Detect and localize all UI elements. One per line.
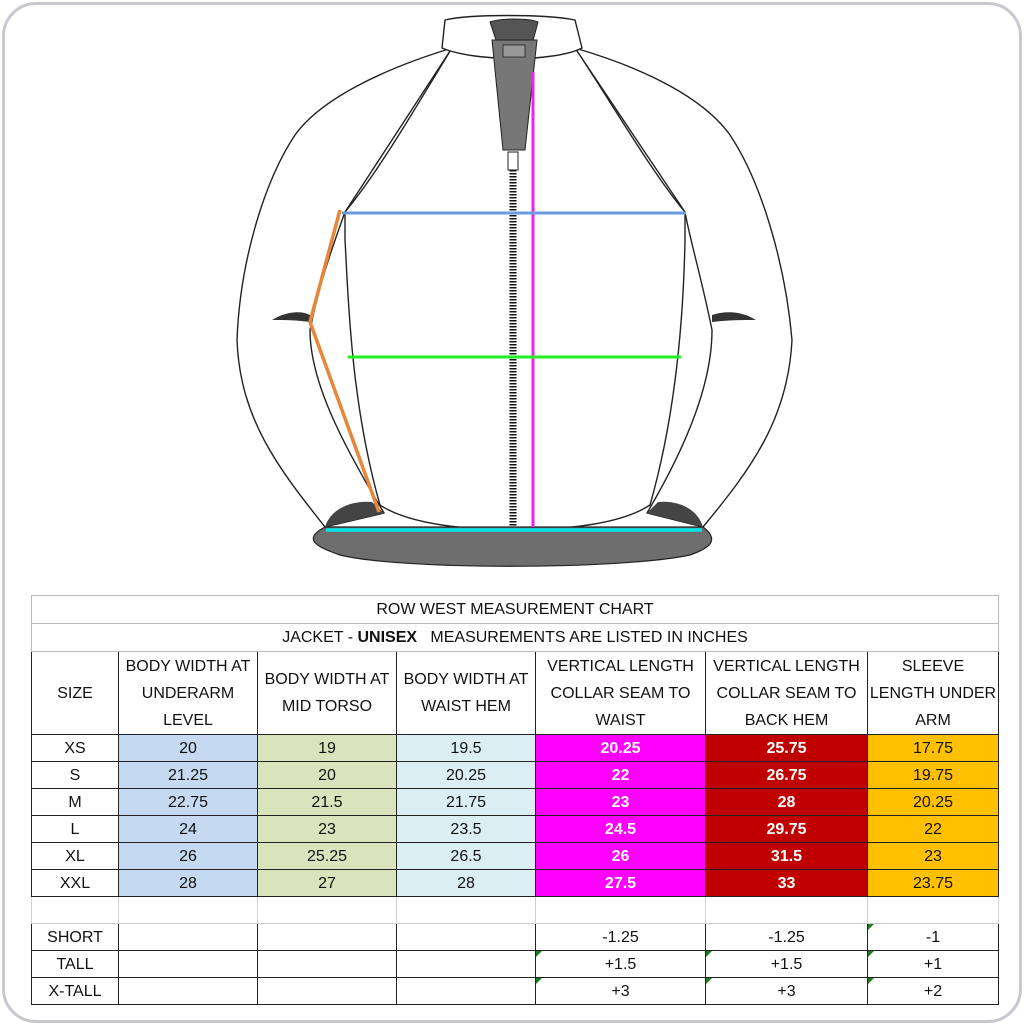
data-cell: 24	[118, 815, 258, 843]
adjustment-label: X-TALL	[31, 977, 119, 1005]
adjustment-cell: -1.25	[535, 923, 706, 951]
size-cell: XS	[31, 734, 119, 762]
header-sleeve: SLEEVE LENGTH UNDER ARM	[867, 651, 999, 735]
spacer-row	[31, 896, 999, 924]
data-cell: 21.5	[257, 788, 397, 816]
header-collar-to-back-hem: VERTICAL LENGTH COLLAR SEAM TO BACK HEM	[705, 651, 868, 735]
adjustment-cell	[257, 923, 397, 951]
data-cell: 20.25	[396, 761, 536, 789]
data-cell: 20	[118, 734, 258, 762]
data-cell: 22	[867, 815, 999, 843]
data-cell: 20.25	[867, 788, 999, 816]
data-cell: 19	[257, 734, 397, 762]
adjustment-cell: +1.5	[705, 950, 868, 978]
adjustment-cell	[118, 923, 258, 951]
header-collar-to-waist: VERTICAL LENGTH COLLAR SEAM TO WAIST	[535, 651, 706, 735]
data-cell: 23	[257, 815, 397, 843]
measurement-chart: ROW WEST MEASUREMENT CHART JACKET - UNIS…	[31, 595, 999, 1005]
data-cell: 20.25	[535, 734, 706, 762]
size-cell: L	[31, 815, 119, 843]
data-cell: 26.75	[705, 761, 868, 789]
data-cell: 23	[867, 842, 999, 870]
data-cell: 24.5	[535, 815, 706, 843]
adjustment-cell	[257, 977, 397, 1005]
adjustment-cell: +1.5	[535, 950, 706, 978]
data-cell: 28	[396, 869, 536, 897]
data-cell: 21.25	[118, 761, 258, 789]
header-waist-hem: BODY WIDTH AT WAIST HEM	[396, 651, 536, 735]
adjustment-label: TALL	[31, 950, 119, 978]
table-row: XS 20 19 19.5 20.25 25.75 17.75	[31, 734, 999, 762]
data-cell: 29.75	[705, 815, 868, 843]
adjustment-cell: +2	[867, 977, 999, 1005]
size-cell: M	[31, 788, 119, 816]
data-cell: 26	[535, 842, 706, 870]
chart-subtitle: JACKET - UNISEX MEASUREMENTS ARE LISTED …	[31, 623, 999, 652]
adjustment-cell: -1	[867, 923, 999, 951]
header-underarm: BODY WIDTH AT UNDERARM LEVEL	[118, 651, 258, 735]
subtitle-suffix: MEASUREMENTS ARE LISTED IN INCHES	[430, 629, 748, 646]
data-cell: 31.5	[705, 842, 868, 870]
size-cell: XL	[31, 842, 119, 870]
adjustment-cell: +3	[705, 977, 868, 1005]
table-row: M 22.75 21.5 21.75 23 28 20.25	[31, 788, 999, 816]
adjustment-cell: -1.25	[705, 923, 868, 951]
data-cell: 26.5	[396, 842, 536, 870]
adjustment-label: SHORT	[31, 923, 119, 951]
size-cell: S	[31, 761, 119, 789]
table-row: XL 26 25.25 26.5 26 31.5 23	[31, 842, 999, 870]
hem-band	[312, 526, 713, 567]
data-cell: 22	[535, 761, 706, 789]
table-row: XXL 28 27 28 27.5 33 23.75	[31, 869, 999, 897]
adjustment-cell	[396, 950, 536, 978]
data-cell: 22.75	[118, 788, 258, 816]
adjustment-cell	[257, 950, 397, 978]
header-mid-torso: BODY WIDTH AT MID TORSO	[257, 651, 397, 735]
data-cell: 33	[705, 869, 868, 897]
adjustment-cell: +3	[535, 977, 706, 1005]
size-cell: XXL	[31, 869, 119, 897]
adjustment-cell	[396, 977, 536, 1005]
zipper-logo	[502, 44, 526, 58]
adjustment-row: SHORT -1.25 -1.25 -1	[31, 923, 999, 951]
subtitle-emphasis: UNISEX	[357, 629, 418, 646]
data-cell: 25.25	[257, 842, 397, 870]
data-cell: 20	[257, 761, 397, 789]
data-cell: 19.75	[867, 761, 999, 789]
adjustment-cell: +1	[867, 950, 999, 978]
data-cell: 27.5	[535, 869, 706, 897]
adjustment-cell	[118, 950, 258, 978]
data-cell: 21.75	[396, 788, 536, 816]
table-row: L 24 23 23.5 24.5 29.75 22	[31, 815, 999, 843]
adjustment-cell	[118, 977, 258, 1005]
subtitle-prefix: JACKET -	[282, 629, 358, 646]
chart-title: ROW WEST MEASUREMENT CHART	[31, 595, 999, 624]
data-cell: 26	[118, 842, 258, 870]
adjustment-row: TALL +1.5 +1.5 +1	[31, 950, 999, 978]
data-cell: 23	[535, 788, 706, 816]
data-cell: 17.75	[867, 734, 999, 762]
data-cell: 28	[705, 788, 868, 816]
table-row: S 21.25 20 20.25 22 26.75 19.75	[31, 761, 999, 789]
data-cell: 27	[257, 869, 397, 897]
data-cell: 28	[118, 869, 258, 897]
jacket-diagram	[236, 14, 793, 567]
data-cell: 19.5	[396, 734, 536, 762]
header-size: SIZE	[31, 651, 119, 735]
adjustment-row: X-TALL +3 +3 +2	[31, 977, 999, 1005]
data-cell: 23.5	[396, 815, 536, 843]
header-row: SIZE BODY WIDTH AT UNDERARM LEVEL BODY W…	[31, 651, 999, 735]
zipper-pull	[507, 151, 519, 171]
data-cell: 23.75	[867, 869, 999, 897]
adjustment-cell	[396, 923, 536, 951]
data-cell: 25.75	[705, 734, 868, 762]
